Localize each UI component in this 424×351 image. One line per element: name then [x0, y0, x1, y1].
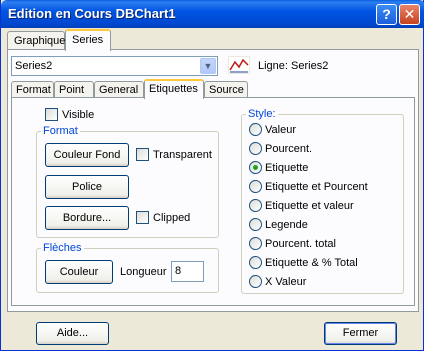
transparent-checkbox[interactable] [136, 148, 149, 161]
style-radio-etiquette-valeur[interactable] [249, 199, 262, 212]
style-option-etiquette-valeur: Etiquette et valeur [265, 200, 354, 212]
longueur-value: 8 [175, 265, 182, 277]
series-select-value: Series2 [15, 60, 53, 72]
style-option-etiquette-pourcent: Etiquette et Pourcent [265, 181, 368, 193]
police-button[interactable]: Police [45, 175, 129, 199]
tab-graphique-label: Graphique [14, 35, 66, 47]
couleur-label: Couleur [59, 266, 99, 278]
style-radio-pourcent-total[interactable] [249, 237, 262, 250]
fleches-group-title: Flèches [41, 242, 84, 254]
help-button[interactable]: ? [376, 4, 397, 25]
style-radio-etiquette-total[interactable] [249, 256, 262, 269]
fermer-label: Fermer [342, 327, 379, 339]
style-radio-pourcent[interactable] [249, 142, 262, 155]
transparent-label: Transparent [153, 149, 212, 161]
clipped-checkbox[interactable] [136, 211, 149, 224]
style-radio-legende[interactable] [249, 218, 262, 231]
visible-checkbox[interactable] [45, 108, 58, 121]
style-option-etiquette: Etiquette [265, 162, 309, 174]
tab-graphique[interactable]: Graphique [7, 31, 65, 51]
series-type-label: Ligne: Series2 [258, 60, 329, 72]
tab-series[interactable]: Series [65, 29, 111, 51]
couleur-button[interactable]: Couleur [45, 260, 113, 284]
window-title: Edition en Cours DBChart1 [8, 6, 176, 21]
style-radio-x-valeur[interactable] [249, 275, 262, 288]
tab-series-label: Series [72, 34, 104, 46]
style-radio-etiquette[interactable] [249, 161, 262, 174]
clipped-label: Clipped [153, 212, 191, 224]
style-option-legende: Legende [265, 219, 308, 231]
series-select[interactable]: Series2 ▼ [11, 56, 218, 76]
visible-label: Visible [62, 109, 95, 121]
line-chart-icon [228, 56, 250, 74]
aide-label: Aide... [56, 327, 89, 339]
style-option-etiquette-total: Etiquette & % Total [265, 257, 358, 269]
style-option-x-valeur: X Valeur [265, 276, 307, 288]
tab-source-label: Source [209, 84, 244, 96]
fermer-button[interactable]: Fermer [324, 322, 397, 345]
tab-format-label: Format [16, 84, 51, 96]
chevron-down-icon[interactable]: ▼ [200, 58, 216, 74]
tab-etiquettes-label: Etiquettes [149, 83, 198, 95]
couleur-fond-button[interactable]: Couleur Fond [45, 143, 129, 167]
couleur-fond-label: Couleur Fond [53, 149, 121, 161]
format-group-title: Format [41, 125, 80, 137]
style-radio-etiquette-pourcent[interactable] [249, 180, 262, 193]
style-option-pourcent-total: Pourcent. total [265, 238, 336, 250]
dialog-window: Edition en Cours DBChart1 ? ✕ Graphique … [0, 0, 424, 351]
title-bar[interactable]: Edition en Cours DBChart1 ? ✕ [1, 0, 424, 28]
style-group-title: Style: [246, 108, 278, 120]
bordure-label: Bordure... [62, 212, 112, 224]
tab-etiquettes[interactable]: Etiquettes [144, 79, 204, 99]
style-option-valeur: Valeur [265, 124, 296, 136]
close-button[interactable]: ✕ [399, 4, 420, 25]
tab-general-label: General [99, 84, 139, 96]
bordure-button[interactable]: Bordure... [45, 206, 129, 230]
style-radio-valeur[interactable] [249, 123, 262, 136]
longueur-input[interactable]: 8 [171, 261, 204, 282]
tab-point-label: Point [59, 84, 85, 96]
longueur-label: Longueur [120, 266, 167, 278]
style-option-pourcent: Pourcent. [265, 143, 313, 155]
police-label: Police [72, 181, 102, 193]
aide-button[interactable]: Aide... [36, 322, 109, 345]
